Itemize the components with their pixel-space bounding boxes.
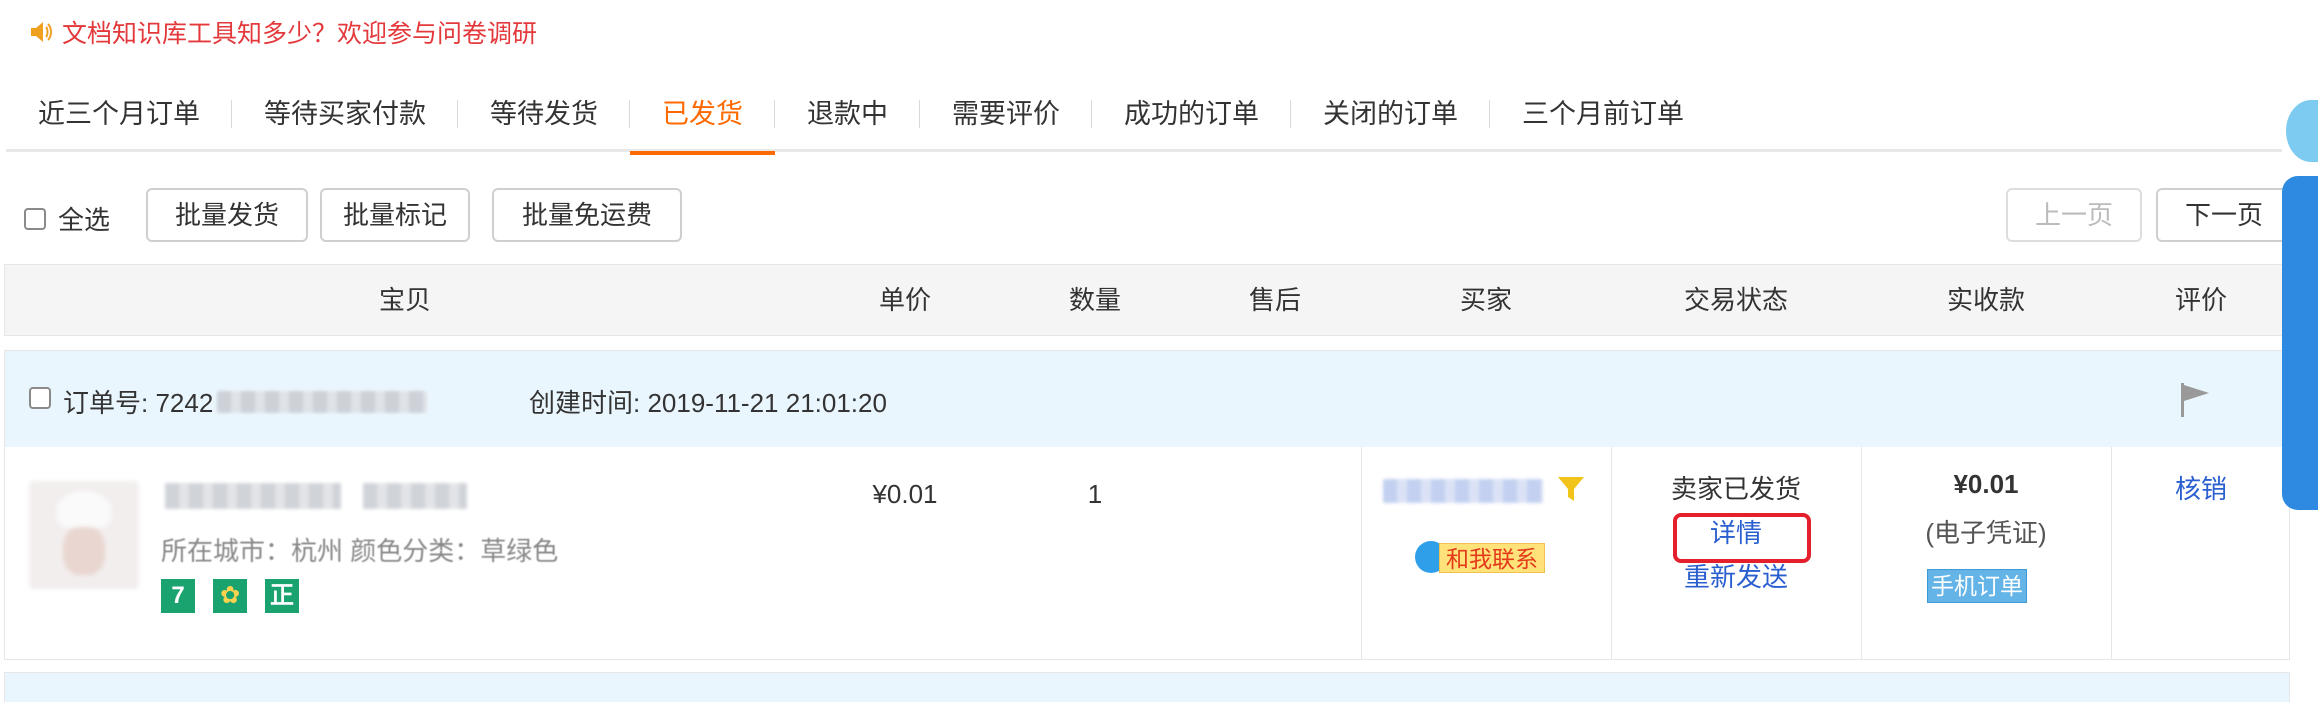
redacted-order-number xyxy=(217,390,428,413)
next-order-header xyxy=(4,672,2290,702)
next-page-button[interactable]: 下一页 xyxy=(2156,188,2292,242)
filter-funnel-icon[interactable] xyxy=(1555,473,1587,505)
product-thumbnail[interactable] xyxy=(29,481,139,589)
order-number-text: 订单号: 7242 xyxy=(63,388,214,418)
tab-label: 成功的订单 xyxy=(1124,99,1259,129)
column-buyer: 买家 xyxy=(1459,285,1512,315)
select-all-checkbox[interactable]: 全选 xyxy=(24,200,110,237)
tab-label: 近三个月订单 xyxy=(38,99,200,129)
resend-link[interactable]: 重新发送 xyxy=(1611,557,1861,594)
tab-older-orders[interactable]: 三个月前订单 xyxy=(1490,88,1716,152)
redacted-title-part xyxy=(165,483,341,509)
tab-label: 等待发货 xyxy=(490,99,598,129)
active-tab-underline xyxy=(630,151,775,155)
batch-mark-button[interactable]: 批量标记 xyxy=(320,188,470,242)
column-paid: 实收款 xyxy=(1946,285,2025,315)
product-title[interactable] xyxy=(165,483,468,514)
redacted-buyer-name xyxy=(1383,479,1543,503)
tab-shipped[interactable]: 已发货 xyxy=(630,88,775,155)
unit-price: ¥0.01 xyxy=(872,479,938,509)
tab-label: 需要评价 xyxy=(952,99,1060,129)
redacted-title-part xyxy=(363,483,468,509)
batch-ship-button[interactable]: 批量发货 xyxy=(146,188,308,242)
seven-day-return-icon[interactable]: 7 xyxy=(161,579,195,613)
tab-refunding[interactable]: 退款中 xyxy=(775,88,920,152)
product-sku: 所在城市：杭州 颜色分类：草绿色 xyxy=(161,536,559,566)
assistant-mascot-icon[interactable] xyxy=(2286,100,2318,162)
notice-text[interactable]: 文档知识库工具知多少？欢迎参与问卷调研 xyxy=(62,14,537,50)
order-item-row: 所在城市：杭州 颜色分类：草绿色 7 ✿ 正 ¥0.01 1 和我联系 卖家已发… xyxy=(5,447,2289,659)
column-item: 宝贝 xyxy=(378,285,431,315)
order-header: 订单号: 7242 创建时间: 2019-11-21 21:01:20 xyxy=(5,351,2289,447)
checkbox[interactable] xyxy=(24,207,46,230)
paid-amount: ¥0.01 xyxy=(1953,469,2019,499)
tab-closed-orders[interactable]: 关闭的订单 xyxy=(1291,88,1490,152)
tab-label: 退款中 xyxy=(807,99,888,129)
select-all-label: 全选 xyxy=(58,205,111,235)
order-created-time: 创建时间: 2019-11-21 21:01:20 xyxy=(529,388,887,418)
order-status-tabs: 近三个月订单 等待买家付款 等待发货 已发货 退款中 需要评价 成功的订单 关闭… xyxy=(6,88,2282,155)
tab-label: 三个月前订单 xyxy=(1522,99,1684,129)
tab-recent-three-months[interactable]: 近三个月订单 xyxy=(6,88,232,152)
column-after-sale: 售后 xyxy=(1248,285,1301,315)
batch-free-shipping-button[interactable]: 批量免运费 xyxy=(492,188,682,242)
tab-label: 等待买家付款 xyxy=(264,99,426,129)
quantity: 1 xyxy=(1087,479,1103,509)
column-unit-price: 单价 xyxy=(878,285,931,315)
detail-link[interactable]: 详情 xyxy=(1611,513,1861,550)
paid-note: (电子凭证) xyxy=(1925,518,2047,548)
mobile-order-tag: 手机订单 xyxy=(1927,569,2027,603)
tab-awaiting-shipment[interactable]: 等待发货 xyxy=(458,88,630,152)
tab-needs-review[interactable]: 需要评价 xyxy=(920,88,1092,152)
column-review: 评价 xyxy=(2174,285,2227,315)
floating-side-panel[interactable] xyxy=(2282,176,2318,510)
consumer-protection-icon[interactable]: ✿ xyxy=(213,579,247,613)
contact-me-label: 和我联系 xyxy=(1439,543,1545,573)
prev-page-button[interactable]: 上一页 xyxy=(2006,188,2142,242)
order-card: 订单号: 7242 创建时间: 2019-11-21 21:01:20 所在城市… xyxy=(4,350,2290,660)
tab-successful-orders[interactable]: 成功的订单 xyxy=(1092,88,1291,152)
verify-link[interactable]: 核销 xyxy=(2111,469,2291,506)
speaker-icon xyxy=(31,22,52,42)
column-status: 交易状态 xyxy=(1683,285,1788,315)
tab-label: 关闭的订单 xyxy=(1323,99,1458,129)
column-quantity: 数量 xyxy=(1068,285,1121,315)
tab-awaiting-payment[interactable]: 等待买家付款 xyxy=(232,88,458,152)
survey-notice[interactable]: 文档知识库工具知多少？欢迎参与问卷调研 xyxy=(28,14,537,50)
order-number: 订单号: 7242 xyxy=(63,383,428,420)
service-badges: 7 ✿ 正 xyxy=(161,579,299,613)
trade-status-text: 卖家已发货 xyxy=(1670,474,1801,504)
order-table-header: 宝贝 单价 数量 售后 买家 交易状态 实收款 评价 xyxy=(4,264,2290,336)
flag-icon[interactable] xyxy=(2175,379,2215,419)
genuine-guarantee-icon[interactable]: 正 xyxy=(265,579,299,613)
column-divider xyxy=(1361,447,1362,659)
batch-toolbar: 全选 批量发货 批量标记 批量免运费 上一页 下一页 xyxy=(24,188,2292,242)
tab-label: 已发货 xyxy=(662,99,743,129)
order-checkbox[interactable] xyxy=(29,387,51,409)
contact-me-button[interactable]: 和我联系 xyxy=(1415,533,1563,575)
buyer-name[interactable] xyxy=(1383,479,1543,508)
